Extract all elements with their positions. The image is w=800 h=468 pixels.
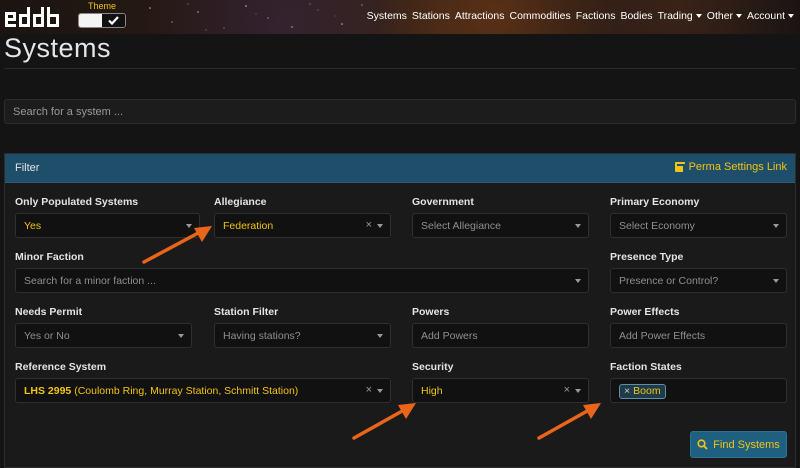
only-populated-select[interactable]: Yes [15, 213, 200, 238]
government-select[interactable]: Select Allegiance [412, 213, 589, 238]
station-filter-label: Station Filter [214, 306, 279, 318]
station-filter-placeholder: Having stations? [223, 330, 301, 342]
dropdown-arrow-icon [773, 279, 779, 283]
clear-icon[interactable]: × [366, 384, 372, 396]
theme-switcher: Theme [78, 1, 126, 28]
station-filter-select[interactable]: Having stations? [214, 323, 391, 348]
power-effects-input[interactable]: Add Power Effects [610, 323, 787, 348]
theme-toggle[interactable] [78, 13, 126, 28]
government-placeholder: Select Allegiance [421, 220, 501, 232]
nav-commodities[interactable]: Commodities [509, 10, 570, 22]
reference-system-label: Reference System [15, 361, 107, 373]
allegiance-label: Allegiance [214, 196, 267, 208]
theme-dark-option[interactable] [102, 14, 125, 27]
dropdown-arrow-icon [178, 334, 184, 338]
reference-system-stations: (Coulomb Ring, Murray Station, Schmitt S… [74, 385, 299, 397]
title-divider [4, 68, 796, 69]
perma-settings-label: Perma Settings Link [688, 161, 787, 173]
nav-bodies[interactable]: Bodies [620, 10, 652, 22]
external-link-icon [674, 162, 685, 172]
nav-attractions[interactable]: Attractions [455, 10, 505, 22]
primary-economy-placeholder: Select Economy [619, 220, 695, 232]
nav-account-label: Account [747, 10, 785, 22]
dropdown-arrow-icon [186, 224, 192, 228]
security-value: High [421, 385, 443, 397]
presence-type-placeholder: Presence or Control? [619, 275, 719, 287]
presence-type-label: Presence Type [610, 251, 684, 263]
only-populated-value: Yes [24, 220, 42, 232]
faction-states-label: Faction States [610, 361, 682, 373]
reference-system-select[interactable]: LHS 2995 (Coulomb Ring, Murray Station, … [15, 378, 391, 403]
allegiance-select[interactable]: Federation × [214, 213, 391, 238]
dropdown-arrow-icon [377, 334, 383, 338]
powers-input[interactable]: Add Powers [412, 323, 589, 348]
checkmark-icon [108, 16, 119, 25]
dropdown-arrow-icon [377, 224, 383, 228]
main-nav: Systems Stations Attractions Commodities… [367, 10, 794, 22]
filter-title: Filter [15, 162, 40, 174]
nav-factions[interactable]: Factions [576, 10, 616, 22]
page-title: Systems [4, 33, 112, 63]
primary-economy-label: Primary Economy [610, 196, 700, 208]
caret-down-icon [695, 14, 702, 19]
needs-permit-label: Needs Permit [15, 306, 83, 318]
minor-faction-select[interactable]: Search for a minor faction ... [15, 268, 589, 293]
allegiance-value: Federation [223, 220, 274, 232]
dropdown-arrow-icon [575, 224, 581, 228]
presence-type-select[interactable]: Presence or Control? [610, 268, 787, 293]
nav-other-dropdown[interactable]: Other [706, 10, 743, 22]
eddb-logo-icon [5, 7, 59, 27]
find-systems-label: Find Systems [713, 438, 780, 451]
dropdown-arrow-icon [575, 279, 581, 283]
faction-state-tag-label: Boom [633, 385, 661, 397]
nav-other-label: Other [706, 10, 734, 22]
filter-panel-header: Filter Perma Settings Link [5, 154, 795, 183]
perma-settings-link[interactable]: Perma Settings Link [674, 161, 787, 173]
government-label: Government [412, 196, 474, 208]
powers-placeholder: Add Powers [421, 330, 478, 342]
brand-logo-link[interactable] [4, 4, 62, 30]
caret-down-icon [736, 14, 743, 19]
security-select[interactable]: High × [412, 378, 589, 403]
minor-faction-placeholder: Search for a minor faction ... [24, 275, 156, 287]
nav-stations[interactable]: Stations [412, 10, 450, 22]
power-effects-label: Power Effects [610, 306, 680, 318]
primary-economy-select[interactable]: Select Economy [610, 213, 787, 238]
nav-trading-dropdown[interactable]: Trading [658, 10, 702, 22]
nav-trading-label: Trading [657, 10, 693, 22]
remove-tag-icon[interactable]: × [624, 385, 630, 397]
powers-label: Powers [412, 306, 450, 318]
caret-down-icon [788, 14, 794, 19]
dropdown-arrow-icon [575, 389, 581, 393]
dropdown-arrow-icon [377, 389, 383, 393]
nav-account-dropdown[interactable]: Account [747, 10, 794, 22]
system-search-input[interactable]: Search for a system ... [4, 99, 796, 124]
clear-icon[interactable]: × [366, 219, 372, 231]
filter-panel: Filter Perma Settings Link Only Populate… [4, 153, 796, 468]
faction-states-input[interactable]: × Boom [610, 378, 787, 403]
theme-label: Theme [87, 1, 116, 11]
only-populated-label: Only Populated Systems [15, 196, 139, 208]
reference-system-name: LHS 2995 [24, 385, 72, 397]
power-effects-placeholder: Add Power Effects [619, 330, 706, 342]
needs-permit-placeholder: Yes or No [24, 330, 70, 342]
faction-state-tag[interactable]: × Boom [619, 384, 666, 399]
find-systems-button[interactable]: Find Systems [690, 431, 787, 458]
security-label: Security [412, 361, 454, 373]
needs-permit-select[interactable]: Yes or No [15, 323, 192, 348]
navbar: Theme Systems Stations Attractions Commo… [0, 0, 800, 34]
search-icon [697, 439, 708, 450]
nav-systems[interactable]: Systems [367, 10, 407, 22]
theme-light-option[interactable] [79, 14, 102, 27]
minor-faction-label: Minor Faction [15, 251, 84, 263]
dropdown-arrow-icon [773, 224, 779, 228]
clear-icon[interactable]: × [564, 384, 570, 396]
